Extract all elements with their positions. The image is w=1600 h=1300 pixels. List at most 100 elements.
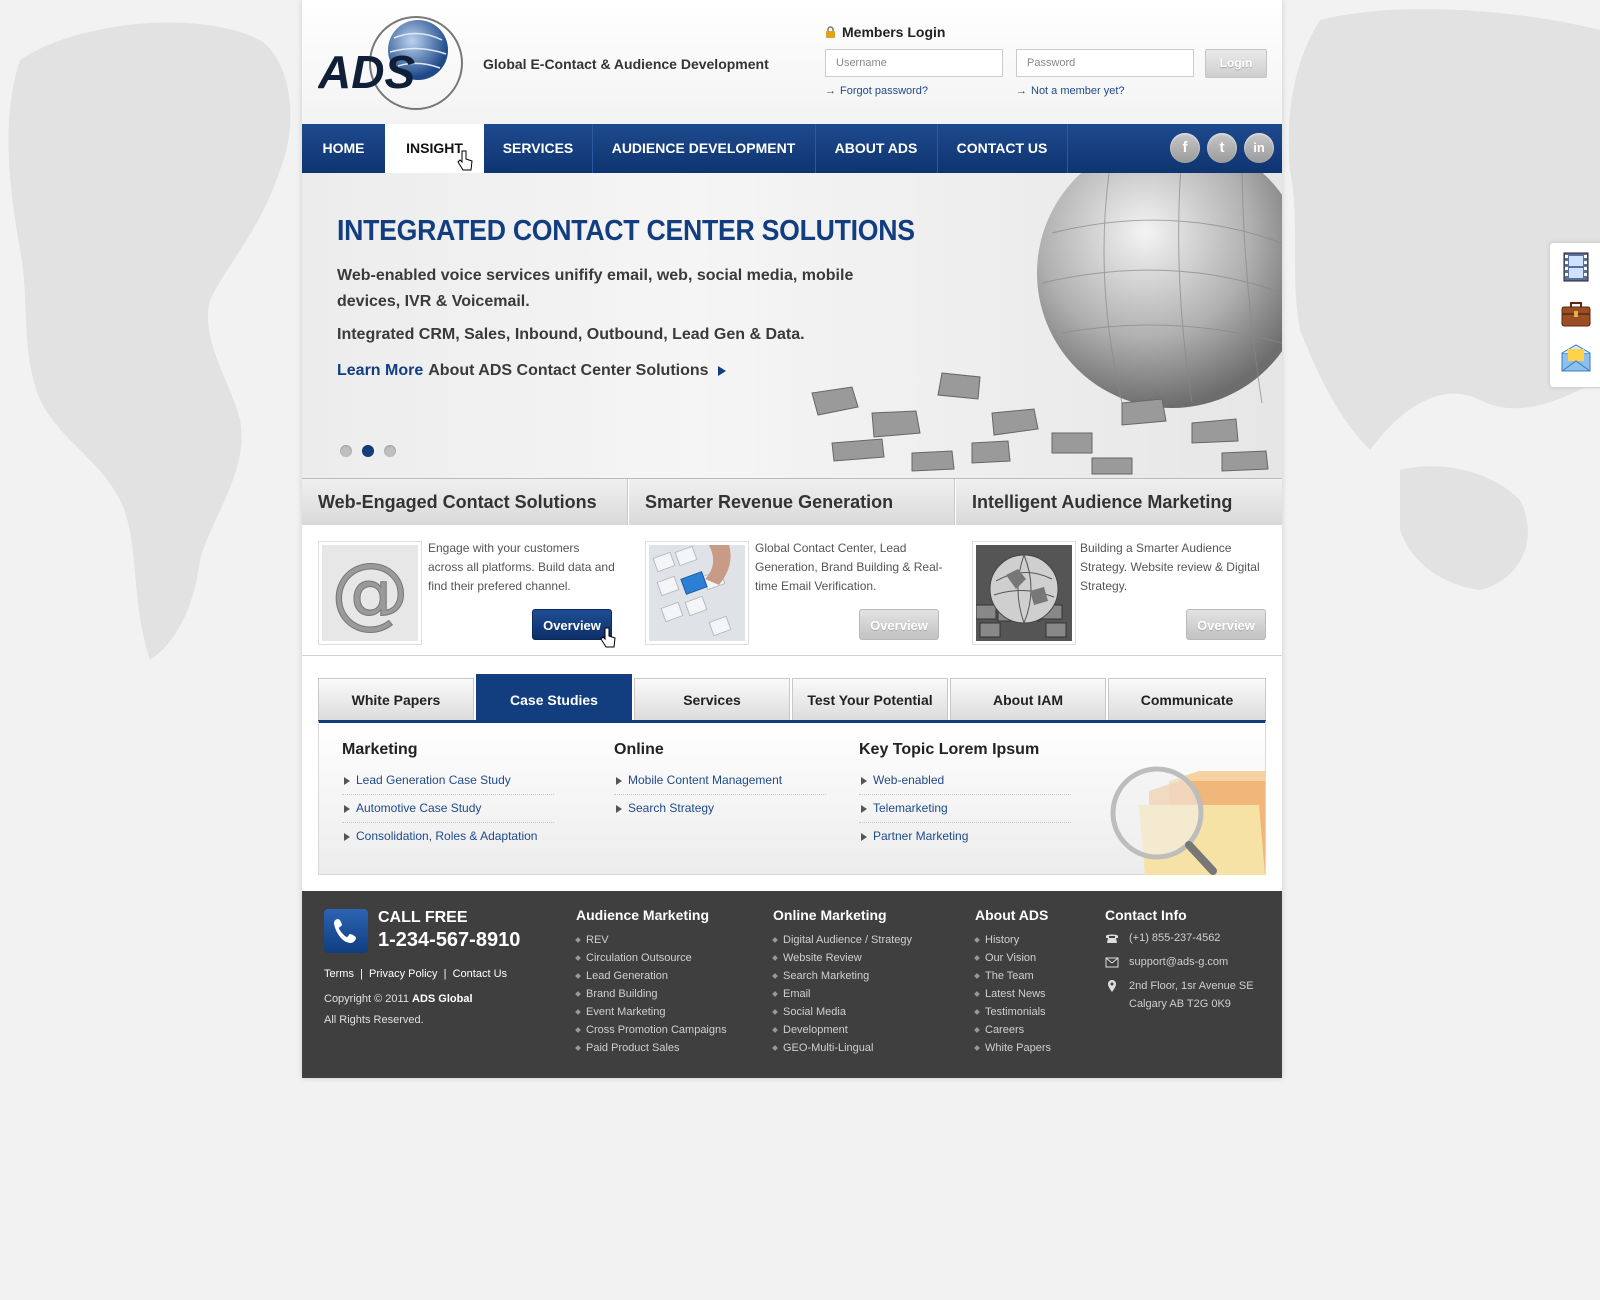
slider-dot-3[interactable]: [384, 445, 396, 457]
list-item[interactable]: Web-enabled: [859, 767, 1071, 795]
call-free-number[interactable]: 1-234-567-8910: [378, 929, 520, 952]
address-line-1: 2nd Floor, 1sr Avenue SE: [1129, 980, 1254, 992]
list-item[interactable]: REV: [575, 931, 727, 949]
separator: |: [440, 968, 453, 980]
tab-about-iam[interactable]: About IAM: [950, 678, 1106, 720]
list-item[interactable]: Development: [772, 1021, 912, 1039]
hero-learn-more-link[interactable]: Learn More About ADS Contact Center Solu…: [337, 362, 726, 380]
slider-dot-2[interactable]: [362, 445, 374, 457]
hero-title: INTEGRATED CONTACT CENTER SOLUTIONS: [337, 215, 915, 247]
briefcase-icon[interactable]: [1560, 298, 1592, 330]
contact-phone-text[interactable]: (+1) 855-237-4562: [1129, 929, 1220, 947]
hero-slider: INTEGRATED CONTACT CENTER SOLUTIONS Web-…: [302, 173, 1282, 478]
tab-communicate[interactable]: Communicate: [1108, 678, 1266, 720]
terms-link[interactable]: Terms: [324, 968, 354, 980]
list-item[interactable]: Our Vision: [974, 949, 1051, 967]
tab-services[interactable]: Services: [634, 678, 790, 720]
overview-button[interactable]: Overview: [859, 609, 939, 640]
tab-case-studies[interactable]: Case Studies: [476, 674, 632, 720]
diamond-bullet-icon: [575, 937, 581, 943]
column-heading-online: Online: [614, 741, 664, 758]
password-input[interactable]: [1016, 49, 1194, 77]
list-item[interactable]: Lead Generation Case Study: [342, 767, 554, 795]
facebook-icon[interactable]: f: [1170, 133, 1200, 163]
list-item[interactable]: Search Strategy: [614, 795, 826, 822]
list-item[interactable]: Lead Generation: [575, 967, 727, 985]
diamond-bullet-icon: [575, 991, 581, 997]
username-input[interactable]: [825, 49, 1003, 77]
list-item[interactable]: Mobile Content Management: [614, 767, 826, 795]
film-icon[interactable]: [1560, 251, 1592, 283]
footer-heading-online-marketing: Online Marketing: [773, 907, 887, 923]
list-item[interactable]: White Papers: [974, 1039, 1051, 1057]
online-links: Mobile Content Management Search Strateg…: [614, 767, 826, 822]
feature-title: Smarter Revenue Generation: [629, 479, 955, 525]
slider-dot-1[interactable]: [340, 445, 352, 457]
mail-icon[interactable]: [1560, 343, 1592, 375]
list-item[interactable]: Latest News: [974, 985, 1051, 1003]
item-label: Social Media: [783, 1006, 846, 1018]
copyright-text: Copyright © 2011: [324, 993, 409, 1005]
list-item[interactable]: Email: [772, 985, 912, 1003]
ads-logo[interactable]: ADS: [318, 8, 468, 112]
list-item[interactable]: Circulation Outsource: [575, 949, 727, 967]
tab-white-papers[interactable]: White Papers: [318, 678, 474, 720]
list-item[interactable]: Digital Audience / Strategy: [772, 931, 912, 949]
header: ADS Global E-Contact & Audience Developm…: [302, 0, 1282, 124]
content-tabs: White Papers Case Studies Services Test …: [318, 674, 1266, 875]
list-item[interactable]: Testimonials: [974, 1003, 1051, 1021]
list-item[interactable]: Search Marketing: [772, 967, 912, 985]
tab-test-your-potential[interactable]: Test Your Potential: [792, 678, 948, 720]
map-pin-icon: [1108, 980, 1116, 992]
forgot-password-link[interactable]: → Forgot password?: [825, 85, 928, 97]
privacy-policy-link[interactable]: Privacy Policy: [369, 968, 437, 980]
footer-links: Terms | Privacy Policy | Contact Us: [324, 968, 507, 980]
list-item[interactable]: Careers: [974, 1021, 1051, 1039]
twitter-icon[interactable]: t: [1207, 133, 1237, 163]
not-a-member-link[interactable]: → Not a member yet?: [1016, 85, 1125, 97]
list-item[interactable]: Consolidation, Roles & Adaptation: [342, 823, 554, 850]
linkedin-icon[interactable]: in: [1244, 133, 1274, 163]
list-item[interactable]: Automotive Case Study: [342, 795, 554, 823]
nav-item-contact-us[interactable]: CONTACT US: [937, 124, 1068, 173]
list-item[interactable]: History: [974, 931, 1051, 949]
feature-box: Smarter Revenue Generation Global Contac…: [629, 479, 955, 655]
list-item[interactable]: Website Review: [772, 949, 912, 967]
link-label: Web-enabled: [873, 773, 945, 787]
item-label: REV: [586, 934, 609, 946]
list-item[interactable]: Cross Promotion Campaigns: [575, 1021, 727, 1039]
bullet-arrow-icon: [344, 804, 350, 813]
list-item[interactable]: The Team: [974, 967, 1051, 985]
envelope-icon: [1105, 957, 1119, 968]
diamond-bullet-icon: [772, 1009, 778, 1015]
nav-item-about-ads[interactable]: ABOUT ADS: [815, 124, 938, 173]
diamond-bullet-icon: [772, 1045, 778, 1051]
feature-box: Intelligent Audience Marketing Building …: [956, 479, 1282, 655]
contact-email-text[interactable]: support@ads-g.com: [1129, 953, 1228, 971]
nav-item-audience-development[interactable]: AUDIENCE DEVELOPMENT: [592, 124, 816, 173]
arrow-right-icon: →: [1016, 85, 1027, 97]
list-item[interactable]: Event Marketing: [575, 1003, 727, 1021]
diamond-bullet-icon: [974, 1009, 980, 1015]
list-item[interactable]: Paid Product Sales: [575, 1039, 727, 1057]
item-label: Search Marketing: [783, 970, 870, 982]
svg-text:@: @: [331, 548, 409, 638]
bullet-arrow-icon: [344, 776, 350, 785]
overview-button[interactable]: Overview: [1186, 609, 1266, 640]
list-item[interactable]: Partner Marketing: [859, 823, 1071, 850]
list-item[interactable]: Telemarketing: [859, 795, 1071, 823]
list-item[interactable]: GEO-Multi-Lingual: [772, 1039, 912, 1057]
list-item[interactable]: Brand Building: [575, 985, 727, 1003]
contact-us-link[interactable]: Contact Us: [453, 968, 507, 980]
list-item[interactable]: Social Media: [772, 1003, 912, 1021]
item-label: GEO-Multi-Lingual: [783, 1042, 874, 1054]
call-free-label: CALL FREE: [378, 909, 468, 926]
site-tagline: Global E-Contact & Audience Development: [483, 56, 769, 72]
hand-cursor-icon: [600, 627, 616, 648]
diamond-bullet-icon: [772, 973, 778, 979]
nav-item-services[interactable]: SERVICES: [484, 124, 593, 173]
nav-item-home[interactable]: HOME: [302, 124, 386, 173]
item-label: Development: [783, 1024, 848, 1036]
login-button[interactable]: Login: [1205, 49, 1267, 78]
folder-magnifier-image: [1110, 766, 1265, 875]
